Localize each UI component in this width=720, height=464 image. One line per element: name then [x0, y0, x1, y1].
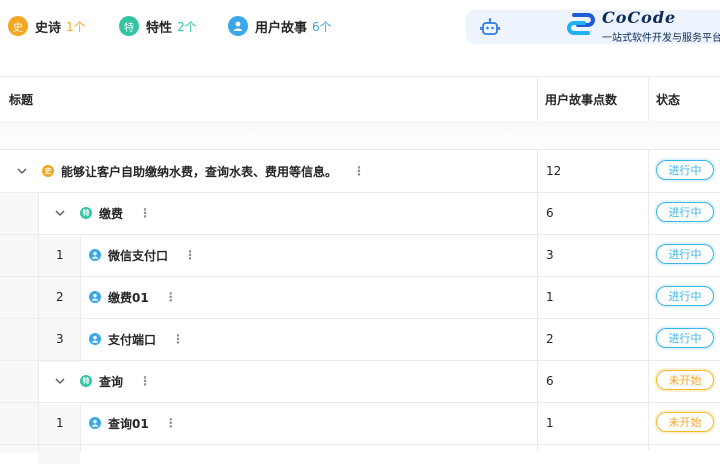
user-icon [89, 333, 101, 345]
row-title[interactable]: 支付端口 [108, 331, 156, 348]
chevron-down-icon[interactable] [54, 207, 66, 219]
more-icon[interactable]: ⋮ [353, 164, 365, 178]
column-divider [648, 150, 649, 450]
row-points: 2 [546, 332, 554, 346]
status-badge[interactable]: 进行中 [656, 328, 714, 348]
robot-icon[interactable] [480, 17, 500, 37]
summary-feature[interactable]: 特 特性 2个 [119, 16, 197, 36]
summary-epic[interactable]: 史 史诗 1个 [8, 16, 86, 36]
summary-story-count: 6个 [312, 19, 332, 34]
table-row[interactable]: 特 缴费 ⋮ 6 进行中 [0, 192, 720, 235]
user-icon [228, 16, 248, 36]
summary-feature-count: 2个 [177, 19, 197, 34]
epic-icon: 史 [8, 16, 28, 36]
brand-title: CoCode [602, 8, 677, 27]
column-divider [38, 192, 39, 452]
row-points: 1 [546, 290, 554, 304]
more-icon[interactable]: ⋮ [165, 416, 177, 430]
row-points: 12 [546, 164, 562, 178]
row-title[interactable]: 缴费 [99, 205, 123, 222]
summary-story[interactable]: 用户故事 6个 [228, 16, 332, 36]
row-points: 6 [546, 206, 554, 220]
table-row[interactable]: 1 微信支付口 ⋮ 3 进行中 [0, 234, 720, 277]
header-status[interactable]: 状态 [656, 77, 680, 121]
header-points[interactable]: 用户故事点数 [545, 77, 617, 121]
status-badge[interactable]: 未开始 [656, 370, 714, 390]
status-badge[interactable]: 进行中 [656, 244, 714, 264]
row-title[interactable]: 查询 [99, 373, 123, 390]
summary-epic-count: 1个 [66, 19, 86, 34]
table-row[interactable]: 3 支付端口 ⋮ 2 进行中 [0, 318, 720, 361]
row-title[interactable]: 查询01 [108, 415, 149, 432]
row-title[interactable]: 缴费01 [108, 289, 149, 306]
row-points: 3 [546, 248, 554, 262]
header-title[interactable]: 标题 [9, 77, 33, 121]
row-index: 1 [56, 248, 64, 262]
status-badge[interactable]: 进行中 [656, 160, 714, 180]
more-icon[interactable]: ⋮ [165, 290, 177, 304]
cocode-logo-icon [567, 13, 595, 35]
summary-feature-label: 特性 [146, 20, 173, 36]
status-badge[interactable]: 进行中 [656, 202, 714, 222]
chevron-down-icon[interactable] [54, 375, 66, 387]
chevron-down-icon[interactable] [16, 165, 28, 177]
table-row[interactable]: 2 缴费01 ⋮ 1 进行中 [0, 276, 720, 319]
row-points: 6 [546, 374, 554, 388]
user-icon [89, 249, 101, 261]
summary-story-label: 用户故事 [255, 20, 308, 36]
status-badge[interactable]: 未开始 [656, 412, 714, 432]
table-row[interactable]: 1 查询01 ⋮ 1 未开始 [0, 402, 720, 445]
more-icon[interactable]: ⋮ [172, 332, 184, 346]
table-row[interactable]: 特 查询 ⋮ 6 未开始 [0, 360, 720, 403]
more-icon[interactable]: ⋮ [139, 206, 151, 220]
summary-bar: 史 史诗 1个 特 特性 2个 用户故事 6个 CoCode 一站式软件开发与服… [0, 0, 720, 52]
epic-icon: 史 [42, 165, 54, 177]
user-icon [89, 291, 101, 303]
row-title[interactable]: 能够让客户自助缴纳水费，查询水表、费用等信息。 [61, 163, 337, 180]
status-badge[interactable]: 进行中 [656, 286, 714, 306]
row-index: 2 [56, 290, 64, 304]
summary-epic-label: 史诗 [35, 20, 62, 36]
brand-subtitle: 一站式软件开发与服务平台 [602, 33, 720, 44]
feature-icon: 特 [119, 16, 139, 36]
more-icon[interactable]: ⋮ [184, 248, 196, 262]
column-divider [537, 150, 538, 450]
table-header: 标题 用户故事点数 状态 [0, 76, 720, 122]
feature-icon: 特 [80, 375, 92, 387]
table-row[interactable]: 史 能够让客户自助缴纳水费，查询水表、费用等信息。 ⋮ 12 进行中 [0, 150, 720, 193]
column-divider [80, 402, 81, 452]
row-index: 3 [56, 332, 64, 346]
row-title[interactable]: 微信支付口 [108, 247, 168, 264]
table-gap [0, 121, 720, 147]
feature-icon: 特 [80, 207, 92, 219]
column-divider [80, 234, 81, 360]
more-icon[interactable]: ⋮ [139, 374, 151, 388]
row-points: 1 [546, 416, 554, 430]
header-divider [537, 77, 538, 121]
row-index: 1 [56, 416, 64, 430]
user-icon [89, 417, 101, 429]
table-body: 史 能够让客户自助缴纳水费，查询水表、费用等信息。 ⋮ 12 进行中 特 缴费 … [0, 149, 720, 464]
header-divider [648, 77, 649, 121]
